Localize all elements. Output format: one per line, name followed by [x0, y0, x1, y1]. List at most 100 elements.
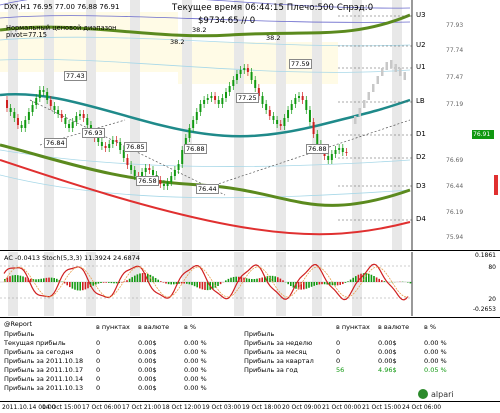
report-cell: 0 [336, 348, 341, 356]
date-axis: 2011.10.14 00:00 14 Oct 15:00 17 Oct 06:00… [0, 402, 500, 413]
pivot-level-u3: U3 [416, 11, 426, 19]
price-chart[interactable] [0, 0, 500, 250]
report-row-label: Прибыль за 2011.10.18 [4, 357, 84, 365]
axis-tick: 77.93 [446, 22, 464, 29]
report-row-label: Прибыль за 2011.10.13 [4, 384, 84, 392]
axis-tick: 76.69 [446, 157, 464, 164]
axis-tick: 76.19 [446, 209, 464, 216]
report-row-label: Прибыль за неделю [244, 339, 313, 347]
alpari-logo-text: alpari [431, 389, 454, 399]
price-label: 76.85 [124, 142, 147, 152]
server-time: Текущее время 06:44:15 Плечо:500 Спрэд:0 [172, 3, 374, 13]
report-cell: 0.00$ [138, 384, 157, 392]
report-cell: 0.00 % [424, 357, 447, 365]
pivot-level-u1: U1 [416, 63, 426, 71]
date-tick: 21 Oct 00:00 [322, 404, 362, 411]
pivot-level-lb: LB [416, 97, 425, 105]
report-cell: 0.05 % [424, 366, 447, 374]
report-title: @Report [4, 320, 33, 328]
report-cell: 0.00 % [184, 384, 207, 392]
price-label: 77.59 [289, 59, 312, 69]
alpari-logo: alpari [418, 388, 478, 400]
pivot-level-d1: D1 [416, 130, 426, 138]
report-col-header: в пунктах [96, 323, 130, 331]
report-cell: 0.00 % [424, 348, 447, 356]
price-label: 76.84 [44, 138, 67, 148]
report-panel: @Report в пунктах в валюте в % Прибыль Текущ… [0, 318, 468, 402]
report-cell: 0 [96, 366, 101, 374]
axis-tick: 77.19 [446, 101, 464, 108]
price-label: 76.44 [196, 184, 219, 194]
date-tick: 19 Oct 18:00 [242, 404, 282, 411]
pivot-value-label: pivot=77.15 [6, 31, 47, 39]
price-label: 77.25 [236, 93, 259, 103]
date-tick: 17 Oct 06:00 [82, 404, 122, 411]
report-cell: 0.00 % [184, 357, 207, 365]
report-cell: 0 [336, 339, 341, 347]
osc-tick: 80 [488, 264, 496, 271]
fib-label: 38.2 [170, 38, 185, 46]
osc-tick: -0.2653 [472, 306, 496, 313]
pivot-level-u2: U2 [416, 41, 426, 49]
pivot-level-d2: D2 [416, 153, 426, 161]
report-cell: 0.00 % [184, 339, 207, 347]
date-tick: 21 Oct 15:00 [362, 404, 402, 411]
report-row-label: Прибыль за квартал [244, 357, 314, 365]
price-label: 76.88 [306, 144, 329, 154]
report-cell: 0.00$ [378, 357, 397, 365]
report-col-header: в пунктах [336, 323, 370, 331]
fib-label: 38.2 [192, 26, 207, 34]
axis-tick: 77.74 [446, 47, 464, 54]
report-cell: 0.00$ [138, 366, 157, 374]
report-row-label: Прибыль [244, 330, 275, 338]
report-row-label: Прибыль за сегодня [4, 348, 74, 356]
current-price-label: 76.91 [473, 131, 491, 138]
price-label: 76.88 [184, 144, 207, 154]
report-cell: 0 [96, 357, 101, 365]
fib-label: 38.2 [266, 34, 281, 42]
balance-readout: $9734.65 // 0 [198, 16, 256, 26]
pivot-level-d4: D4 [416, 215, 426, 223]
symbol-info: DXY,H1 76.95 77.00 76.88 76.91 [4, 3, 120, 11]
report-cell: 0.00 % [184, 375, 207, 383]
report-cell: 0 [96, 348, 101, 356]
report-cell: 0 [96, 375, 101, 383]
report-row-label: Прибыль [4, 330, 35, 338]
report-row-label: Прибыль за месяц [244, 348, 307, 356]
price-label: 76.93 [82, 128, 105, 138]
report-cell: 0 [96, 339, 101, 347]
report-col-header: в валюте [138, 323, 170, 331]
price-label: 76.58 [136, 176, 159, 186]
date-tick: 24 Oct 06:00 [402, 404, 442, 411]
report-row-label: Прибыль за год [244, 366, 298, 374]
pivot-level-d3: D3 [416, 182, 426, 190]
report-cell: 0.00$ [138, 357, 157, 365]
axis-tick: 77.47 [446, 74, 464, 81]
report-cell: 0 [336, 357, 341, 365]
report-row-label: Прибыль за 2011.10.14 [4, 375, 84, 383]
osc-tick: 0.1861 [475, 252, 496, 259]
report-cell: 0.00$ [138, 375, 157, 383]
report-cell: 0 [96, 384, 101, 392]
axis-tick: 76.44 [446, 183, 464, 190]
report-row-label: Прибыль за 2011.10.17 [4, 366, 84, 374]
report-col-header: в % [184, 323, 197, 331]
report-cell: 0.00$ [138, 339, 157, 347]
report-col-header: в валюте [378, 323, 410, 331]
osc-tick: 20 [488, 296, 496, 303]
report-row-label: Текущая прибыль [4, 339, 66, 347]
date-tick: 17 Oct 21:00 [122, 404, 162, 411]
report-cell: 0.00$ [378, 339, 397, 347]
report-cell: 56 [336, 366, 345, 374]
date-tick: 19 Oct 03:00 [202, 404, 242, 411]
report-cell: 0.00 % [184, 366, 207, 374]
price-label: 77.43 [64, 71, 87, 81]
report-cell: 0.00$ [378, 348, 397, 356]
stochastic-header: AC -0.0413 Stoch(5,3,3) 11.3924 24.6874 [4, 254, 140, 262]
report-cell: 0.00$ [138, 348, 157, 356]
report-cell: 4.96$ [378, 366, 397, 374]
report-col-header: в % [424, 323, 437, 331]
report-cell: 0.00 % [184, 348, 207, 356]
report-cell: 0.00 % [424, 339, 447, 347]
date-tick: 14 Oct 15:00 [42, 404, 82, 411]
